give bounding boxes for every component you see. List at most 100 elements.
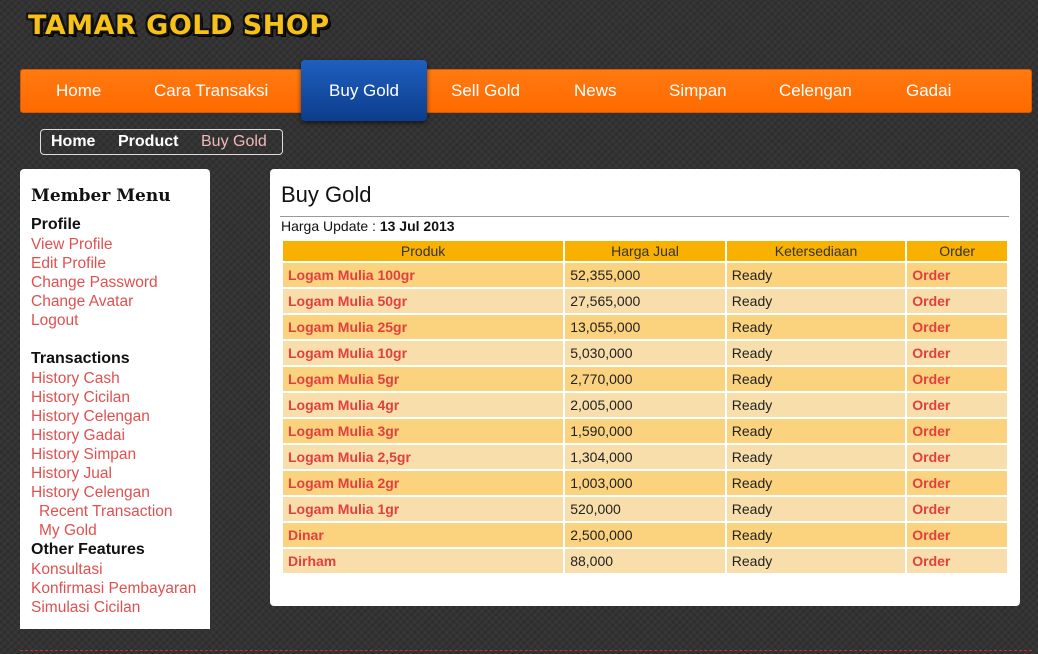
product-link[interactable]: Logam Mulia 1gr [288,501,399,517]
member-menu-sidebar: Member Menu Profile View Profile Edit Pr… [20,169,210,629]
order-link[interactable]: Order [912,267,950,283]
order-link[interactable]: Order [912,397,950,413]
availability-cell: Ready [726,549,906,573]
availability-cell: Ready [726,263,906,287]
price-cell: 1,304,000 [565,445,725,469]
change-password-link[interactable]: Change Password [31,274,158,292]
availability-cell: Ready [726,419,906,443]
nav-home[interactable]: Home [56,70,101,112]
availability-cell: Ready [726,341,906,365]
price-cell: 27,565,000 [565,289,725,313]
order-link[interactable]: Order [912,423,950,439]
price-cell: 13,055,000 [565,315,725,339]
table-row: Logam Mulia 100gr 52,355,000 Ready Order [283,263,1007,287]
konfirmasi-pembayaran-link[interactable]: Konfirmasi Pembayaran [31,580,196,598]
order-link[interactable]: Order [912,345,950,361]
order-link[interactable]: Order [912,475,950,491]
price-cell: 1,590,000 [565,419,725,443]
availability-cell: Ready [726,393,906,417]
change-avatar-link[interactable]: Change Avatar [31,293,133,311]
availability-cell: Ready [726,445,906,469]
product-link[interactable]: Logam Mulia 10gr [288,345,407,361]
logout-link[interactable]: Logout [31,312,78,330]
footer-divider [20,650,1032,651]
table-header-row: Produk Harga Jual Ketersediaan Order [283,241,1007,261]
availability-cell: Ready [726,315,906,339]
price-cell: 2,770,000 [565,367,725,391]
product-link[interactable]: Logam Mulia 2gr [288,475,399,491]
product-link[interactable]: Dinar [288,527,324,543]
nav-buy-gold[interactable]: Buy Gold [301,60,427,121]
price-cell: 2,005,000 [565,393,725,417]
order-link[interactable]: Order [912,293,950,309]
main-nav: Home Cara Transaksi Sell Gold News Simpa… [20,69,1032,113]
buy-gold-panel: Buy Gold Harga Update : 13 Jul 2013 Prod… [270,169,1020,606]
breadcrumb-product[interactable]: Product [118,133,178,151]
view-profile-link[interactable]: View Profile [31,236,113,254]
price-cell: 2,500,000 [565,523,725,547]
table-row: Logam Mulia 2,5gr 1,304,000 Ready Order [283,445,1007,469]
product-link[interactable]: Logam Mulia 50gr [288,293,407,309]
simulasi-cicilan-link[interactable]: Simulasi Cicilan [31,599,140,617]
product-link[interactable]: Dirham [288,553,336,569]
availability-cell: Ready [726,523,906,547]
my-gold-link[interactable]: My Gold [39,522,97,540]
konsultasi-link[interactable]: Konsultasi [31,561,103,579]
table-row: Logam Mulia 2gr 1,003,000 Ready Order [283,471,1007,495]
other-features-heading: Other Features [31,541,145,558]
table-row: Logam Mulia 4gr 2,005,000 Ready Order [283,393,1007,417]
page-title: Buy Gold [281,182,372,207]
history-celengan-link-2[interactable]: History Celengan [31,484,150,502]
availability-cell: Ready [726,289,906,313]
order-link[interactable]: Order [912,449,950,465]
table-row: Logam Mulia 1gr 520,000 Ready Order [283,497,1007,521]
product-link[interactable]: Logam Mulia 5gr [288,371,399,387]
availability-cell: Ready [726,471,906,495]
product-link[interactable]: Logam Mulia 3gr [288,423,399,439]
transactions-heading: Transactions [31,350,130,367]
profile-heading: Profile [31,216,81,233]
table-row: Logam Mulia 3gr 1,590,000 Ready Order [283,419,1007,443]
nav-simpan[interactable]: Simpan [669,70,727,112]
product-link[interactable]: Logam Mulia 25gr [288,319,407,335]
product-link[interactable]: Logam Mulia 4gr [288,397,399,413]
availability-cell: Ready [726,367,906,391]
order-link[interactable]: Order [912,553,950,569]
member-menu-title: Member Menu [31,186,171,206]
price-cell: 88,000 [565,549,725,573]
product-link[interactable]: Logam Mulia 100gr [288,267,415,283]
history-cicilan-link[interactable]: History Cicilan [31,389,130,407]
table-row: Dirham 88,000 Ready Order [283,549,1007,573]
recent-transaction-link[interactable]: Recent Transaction [39,503,173,521]
availability-cell: Ready [726,497,906,521]
order-link[interactable]: Order [912,319,950,335]
nav-sell-gold[interactable]: Sell Gold [451,70,520,112]
order-link[interactable]: Order [912,371,950,387]
breadcrumb-buy-gold: Buy Gold [201,133,267,150]
edit-profile-link[interactable]: Edit Profile [31,255,106,273]
price-cell: 520,000 [565,497,725,521]
table-row: Dinar 2,500,000 Ready Order [283,523,1007,547]
nav-celengan[interactable]: Celengan [779,70,852,112]
breadcrumb: Home Product Buy Gold [40,129,283,155]
price-update-line: Harga Update : 13 Jul 2013 [281,218,455,234]
history-cash-link[interactable]: History Cash [31,370,120,388]
order-link[interactable]: Order [912,527,950,543]
table-row: Logam Mulia 5gr 2,770,000 Ready Order [283,367,1007,391]
product-link[interactable]: Logam Mulia 2,5gr [288,449,411,465]
table-row: Logam Mulia 25gr 13,055,000 Ready Order [283,315,1007,339]
price-cell: 52,355,000 [565,263,725,287]
history-gadai-link[interactable]: History Gadai [31,427,125,445]
nav-news[interactable]: News [574,70,617,112]
order-link[interactable]: Order [912,501,950,517]
title-divider [280,216,1009,217]
history-celengan-link[interactable]: History Celengan [31,408,150,426]
table-row: Logam Mulia 10gr 5,030,000 Ready Order [283,341,1007,365]
history-jual-link[interactable]: History Jual [31,465,112,483]
site-logo[interactable]: TAMAR GOLD SHOP [28,10,330,41]
history-simpan-link[interactable]: History Simpan [31,446,136,464]
nav-gadai[interactable]: Gadai [906,70,951,112]
breadcrumb-home[interactable]: Home [51,133,95,151]
nav-cara-transaksi[interactable]: Cara Transaksi [154,70,268,112]
table-row: Logam Mulia 50gr 27,565,000 Ready Order [283,289,1007,313]
